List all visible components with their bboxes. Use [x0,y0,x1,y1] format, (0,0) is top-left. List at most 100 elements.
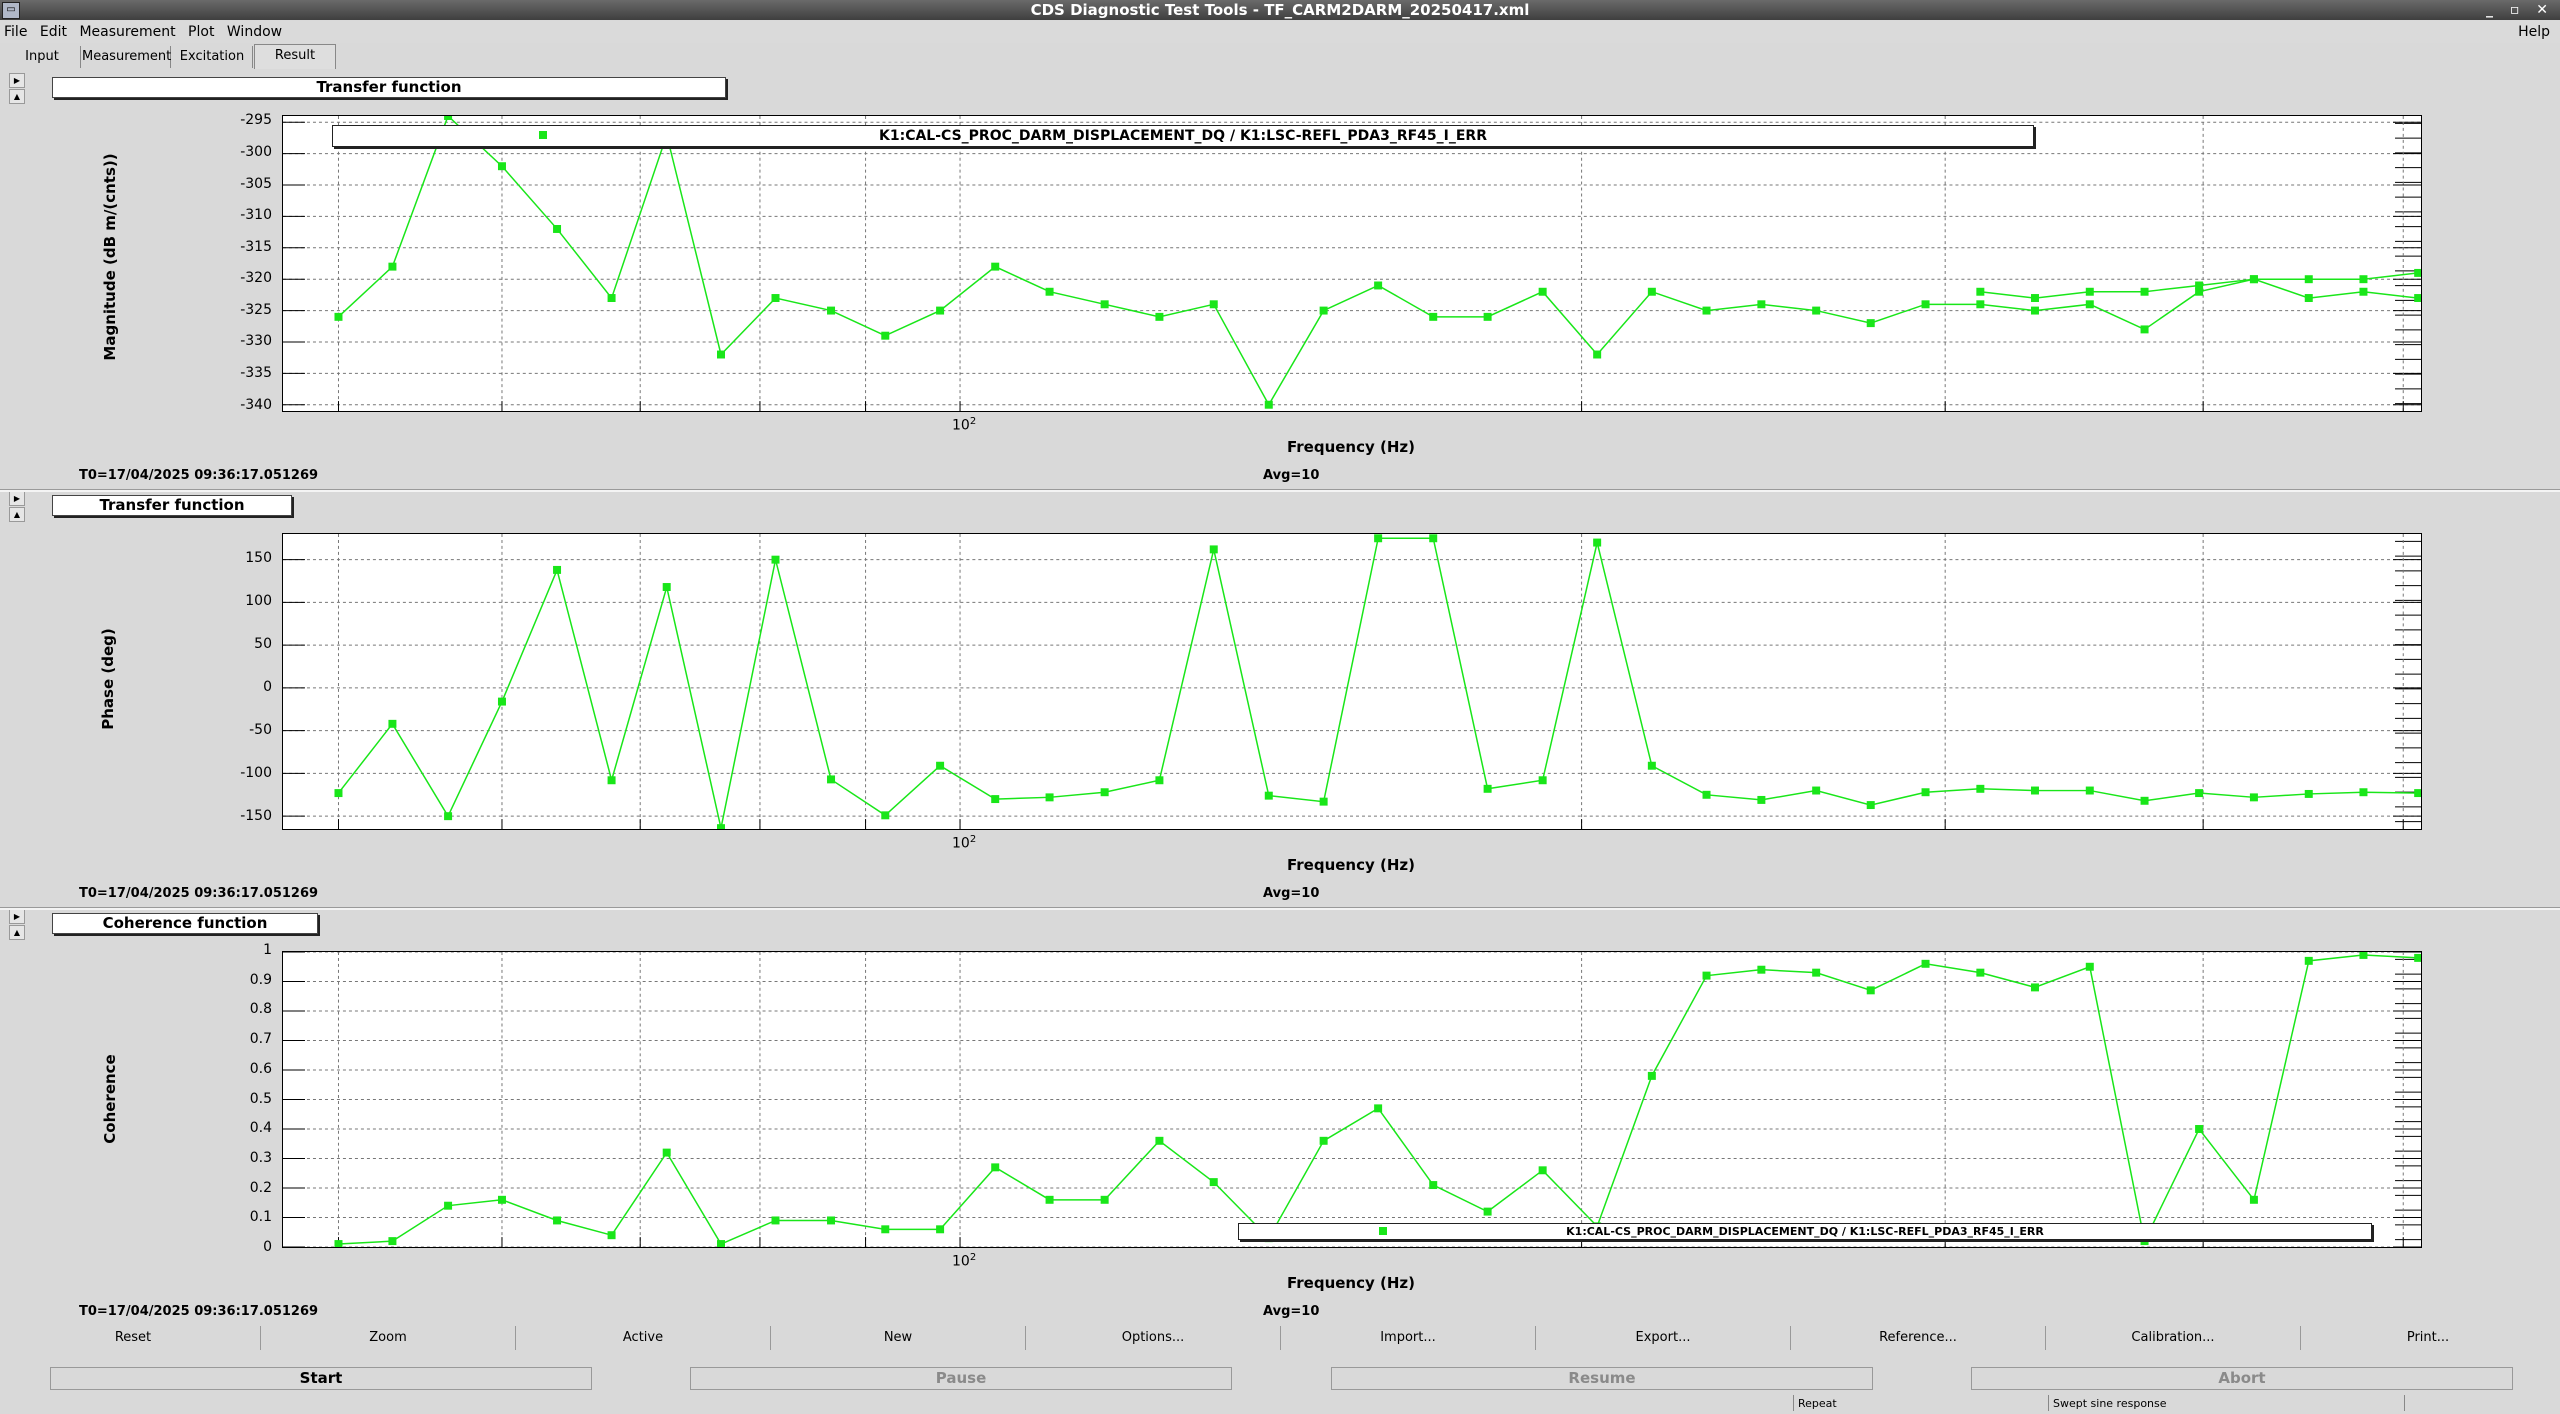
data-point [497,162,506,171]
series-line [337,116,2419,407]
data-point [1100,300,1109,309]
panel3-xlabel: Frequency (Hz) [1286,1274,1415,1292]
data-point [2359,275,2368,284]
data-point [2195,281,2204,290]
y-tick-label: 0 [263,1239,272,1255]
y-tick-label: -305 [240,175,272,192]
reference-button[interactable]: Reference... [1791,1326,2046,1350]
zoom-button[interactable]: Zoom [261,1326,516,1350]
data-point [388,719,397,728]
data-point [2414,294,2421,302]
data-point [444,1201,453,1210]
menu-help[interactable]: Help [2514,21,2554,43]
panel2-title[interactable]: Transfer function [52,495,292,516]
pause-button[interactable]: Pause [690,1367,1232,1390]
panel3-legend[interactable]: K1:CAL-CS_PROC_DARM_DISPLACEMENT_DQ / K1… [1238,1223,2372,1240]
data-point [1045,793,1054,802]
data-point [2140,287,2149,296]
data-point [388,1237,397,1246]
window-controls[interactable]: _ ▫ ✕ [2486,0,2554,20]
panel3-plot-area[interactable] [282,951,2422,1248]
panel2-xlabel: Frequency (Hz) [1286,856,1415,874]
y-tick-label: 0.8 [249,1001,272,1018]
start-button[interactable]: Start [50,1367,592,1390]
collapse-arrow-icon[interactable]: ▲ [9,507,25,522]
data-point [2304,956,2313,965]
data-point [2359,287,2368,296]
data-point [2030,983,2039,992]
collapse-arrow-icon[interactable]: ▲ [9,89,25,104]
menu-window[interactable]: Window [223,21,286,43]
data-point [2195,1125,2204,1133]
expand-arrow-icon[interactable]: ▶ [9,491,25,506]
data-point [1757,300,1766,309]
data-point [827,1216,836,1225]
expand-arrow-icon[interactable]: ▶ [9,909,25,924]
panel1-avg: Avg=10 [1263,468,1320,483]
y-tick-label: -310 [240,207,272,224]
data-point [1264,791,1273,800]
data-point [936,1225,945,1234]
panel2-plot-area[interactable] [282,533,2422,830]
y-tick-label: 0.6 [249,1060,272,1077]
y-tick-label: -325 [240,301,272,318]
panel-separator[interactable] [0,489,2560,492]
active-button[interactable]: Active [516,1326,771,1350]
y-tick-label: 100 [245,592,272,609]
options-button[interactable]: Options... [1026,1326,1281,1350]
status-repeat: Repeat [1793,1395,1837,1411]
data-point [2414,789,2421,798]
data-point [1155,312,1164,321]
collapse-arrow-icon[interactable]: ▲ [9,925,25,940]
panel-separator[interactable] [0,907,2560,910]
data-point [1976,784,1985,793]
panel3-title[interactable]: Coherence function [52,913,318,934]
panel1-plot-area[interactable] [282,115,2422,412]
menu-measurement[interactable]: Measurement [75,21,179,43]
menu-plot[interactable]: Plot [184,21,218,43]
data-point [1100,788,1109,797]
data-point [1866,986,1875,995]
plot-button-row: Reset Zoom Active New Options... Import.… [6,1326,2556,1350]
data-point [1647,287,1656,296]
y-tick-label: 150 [245,549,272,566]
tab-measurement[interactable]: Measurement [82,46,171,68]
reset-button[interactable]: Reset [6,1326,261,1350]
data-point [2030,294,2039,302]
y-tick-label: 0.5 [249,1090,272,1107]
data-point [2140,796,2149,805]
data-point [607,776,616,785]
export-button[interactable]: Export... [1536,1326,1791,1350]
menu-edit[interactable]: Edit [36,21,71,43]
y-tick-label: 1 [263,942,272,958]
resume-button[interactable]: Resume [1331,1367,1873,1390]
calibration-button[interactable]: Calibration... [2046,1326,2301,1350]
abort-button[interactable]: Abort [1971,1367,2513,1390]
import-button[interactable]: Import... [1281,1326,1536,1350]
panel1-legend-text: K1:CAL-CS_PROC_DARM_DISPLACEMENT_DQ / K1… [879,128,1487,144]
panel3-chart [283,952,2421,1247]
data-point [1647,761,1656,770]
new-button[interactable]: New [771,1326,1026,1350]
expand-arrow-icon[interactable]: ▶ [9,73,25,88]
data-point [1100,1195,1109,1204]
tab-input[interactable]: Input [4,46,81,68]
y-tick-label: 50 [254,635,272,652]
panel3-xtick: 102 [952,1252,977,1270]
data-point [1483,1207,1492,1216]
panel2-ylabel: Phase (deg) [99,628,117,730]
menu-file[interactable]: File [0,21,31,43]
panel1-legend[interactable]: K1:CAL-CS_PROC_DARM_DISPLACEMENT_DQ / K1… [332,125,2034,147]
tab-excitation[interactable]: Excitation [172,46,253,68]
data-point [2414,268,2421,277]
panel1-title[interactable]: Transfer function [52,77,726,98]
data-point [1593,350,1602,359]
print-button[interactable]: Print... [2301,1326,2555,1350]
data-point [1319,797,1328,806]
app-icon[interactable]: ▭ [2,2,20,19]
data-point [717,350,725,359]
tab-result[interactable]: Result [254,44,336,69]
status-bar: Repeat Swept sine response [0,1394,2560,1414]
status-mode: Swept sine response [2048,1395,2167,1411]
data-point [1702,790,1711,799]
